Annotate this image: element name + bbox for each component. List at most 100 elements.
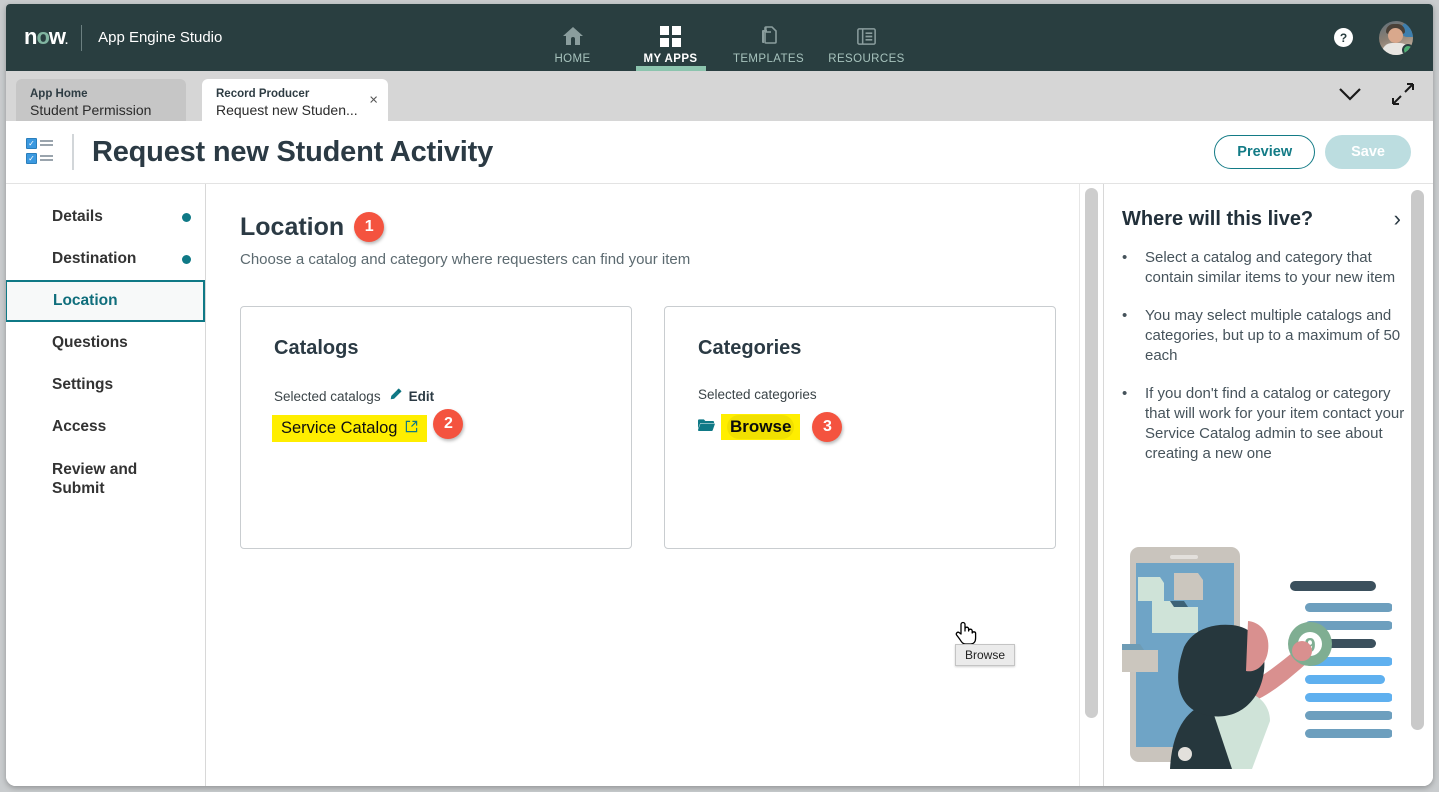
help-panel-bullets: • Select a catalog and category that con… <box>1122 248 1407 463</box>
main-content: Location 1 Choose a catalog and category… <box>206 184 1103 786</box>
help-panel: Where will this live? › • Select a catal… <box>1103 184 1433 786</box>
help-bullet-1-text: Select a catalog and category that conta… <box>1145 249 1396 286</box>
help-bullet-1: • Select a catalog and category that con… <box>1122 248 1407 288</box>
sidebar-item-review-and-submit[interactable]: Review and Submit <box>6 448 205 510</box>
help-bullet-3-text: If you don't find a catalog or category … <box>1145 384 1405 462</box>
catalogs-card: Catalogs Selected catalogs Edit Service … <box>240 306 632 549</box>
help-icon[interactable]: ? <box>1334 28 1353 47</box>
browse-categories-button[interactable]: Browse <box>721 414 801 440</box>
tab-record-producer[interactable]: Record Producer Request new Studen... × <box>202 79 388 121</box>
bullet-dot: • <box>1122 249 1128 266</box>
app-engine-studio-title: App Engine Studio <box>98 29 223 46</box>
sidebar-label-questions: Questions <box>52 334 128 351</box>
help-bullet-3: • If you don't find a catalog or categor… <box>1122 384 1407 464</box>
chevron-right-icon[interactable]: › <box>1394 206 1407 232</box>
sidebar-label-details: Details <box>52 208 103 225</box>
categories-selected-row: Selected categories <box>698 387 1055 402</box>
now-logo[interactable]: now. <box>24 25 68 48</box>
cards-row: Catalogs Selected catalogs Edit Service … <box>240 306 1103 549</box>
sidebar-label-access: Access <box>52 418 107 435</box>
help-panel-scrollbar-thumb[interactable] <box>1411 190 1424 730</box>
edit-catalogs-link[interactable]: Edit <box>388 387 435 405</box>
tab-strip: App Home Student Permission Record Produ… <box>6 71 1433 121</box>
tab-record-producer-sub: Record Producer <box>216 87 310 100</box>
nav-item-resources[interactable]: RESOURCES <box>818 4 916 71</box>
expand-icon[interactable] <box>1391 82 1415 111</box>
main-scrollbar-thumb[interactable] <box>1085 188 1098 718</box>
tab-app-home[interactable]: App Home Student Permission <box>16 79 186 121</box>
section-subtitle: Choose a catalog and category where requ… <box>240 251 691 268</box>
status-dot-destination <box>182 254 191 264</box>
help-panel-scrollbar[interactable] <box>1406 188 1430 782</box>
online-status-dot <box>1402 43 1413 55</box>
status-dot-details <box>182 212 191 222</box>
sidebar-label-settings: Settings <box>52 376 114 393</box>
documents-icon <box>757 23 781 49</box>
nav-item-my-apps[interactable]: MY APPS <box>622 4 720 71</box>
tab-app-home-sub: App Home <box>30 87 88 100</box>
selected-catalogs-label: Selected catalogs <box>274 388 381 404</box>
home-icon <box>561 23 585 49</box>
help-panel-header: Where will this live? › <box>1122 206 1407 232</box>
edit-label: Edit <box>408 388 435 404</box>
sidebar-label-location: Location <box>53 292 118 309</box>
help-bullet-2-text: You may select multiple catalogs and cat… <box>1145 306 1401 364</box>
tab-strip-actions <box>1337 82 1415 111</box>
browse-row: Browse 3 <box>698 412 1055 442</box>
chevron-down-icon[interactable] <box>1337 86 1363 107</box>
brand-divider <box>81 24 83 51</box>
tab-record-producer-main: Request new Studen... <box>216 101 358 118</box>
sidebar-item-location[interactable]: Location <box>6 280 205 322</box>
selected-catalog-item[interactable]: Service Catalog <box>272 415 428 442</box>
sidebar-item-access[interactable]: Access <box>6 406 205 448</box>
book-icon <box>855 23 878 49</box>
nav-item-templates[interactable]: TEMPLATES <box>720 4 818 71</box>
step-sidebar: Details Destination Location Questions S… <box>6 184 206 786</box>
help-panel-illustration: 9 <box>1120 539 1393 774</box>
external-link-icon[interactable] <box>405 420 418 438</box>
help-panel-title: Where will this live? <box>1122 207 1314 230</box>
browse-label: Browse <box>730 417 792 436</box>
categories-card: Categories Selected categories Browse 3 <box>664 306 1056 549</box>
nav-item-home[interactable]: HOME <box>524 4 622 71</box>
close-icon[interactable]: × <box>369 93 378 108</box>
body-area: Details Destination Location Questions S… <box>6 184 1433 786</box>
sidebar-item-settings[interactable]: Settings <box>6 364 205 406</box>
grid-icon <box>660 23 681 49</box>
annotation-badge-3: 3 <box>812 412 843 442</box>
pencil-icon <box>388 387 403 405</box>
help-bullet-2: • You may select multiple catalogs and c… <box>1122 306 1407 366</box>
preview-button[interactable]: Preview <box>1214 135 1316 169</box>
sidebar-label-destination: Destination <box>52 250 137 267</box>
top-navigation-bar: now. App Engine Studio HOME MY APPS TEMP… <box>6 4 1433 71</box>
selected-catalog-name: Service Catalog <box>281 419 398 437</box>
bullet-dot: • <box>1122 384 1128 402</box>
avatar[interactable] <box>1379 20 1413 55</box>
bullet-dot: • <box>1122 306 1128 324</box>
save-button[interactable]: Save <box>1325 135 1411 169</box>
catalogs-selected-row: Selected catalogs Edit <box>274 387 631 405</box>
sidebar-item-destination[interactable]: Destination <box>6 238 205 280</box>
section-title: Location <box>240 212 345 241</box>
selected-categories-label: Selected categories <box>698 387 817 402</box>
tab-app-home-main: Student Permission <box>30 101 152 118</box>
page-title: Request new Student Activity <box>92 135 493 168</box>
catalogs-card-title: Catalogs <box>274 337 359 359</box>
browse-tooltip: Browse <box>955 644 1016 666</box>
sidebar-item-questions[interactable]: Questions <box>6 322 205 364</box>
nav-label-templates: TEMPLATES <box>732 53 805 65</box>
brand-area: now. App Engine Studio <box>6 24 223 51</box>
app-window: now. App Engine Studio HOME MY APPS TEMP… <box>6 4 1433 786</box>
annotation-badge-2: 2 <box>433 408 464 439</box>
sidebar-label-review-and-submit: Review and Submit <box>52 460 138 497</box>
section-header: Location 1 <box>240 212 1103 242</box>
page-title-bar: ✓ ✓ Request new Student Activity Preview… <box>6 121 1433 184</box>
folder-icon <box>698 418 715 437</box>
title-divider <box>72 134 74 170</box>
primary-nav: HOME MY APPS TEMPLATES RESOURCES <box>524 4 916 71</box>
top-right-actions: ? <box>1334 20 1413 55</box>
sidebar-item-details[interactable]: Details <box>6 196 205 238</box>
nav-label-home: HOME <box>554 53 591 65</box>
record-producer-icon: ✓ ✓ <box>26 138 56 166</box>
main-scrollbar[interactable] <box>1079 184 1103 786</box>
